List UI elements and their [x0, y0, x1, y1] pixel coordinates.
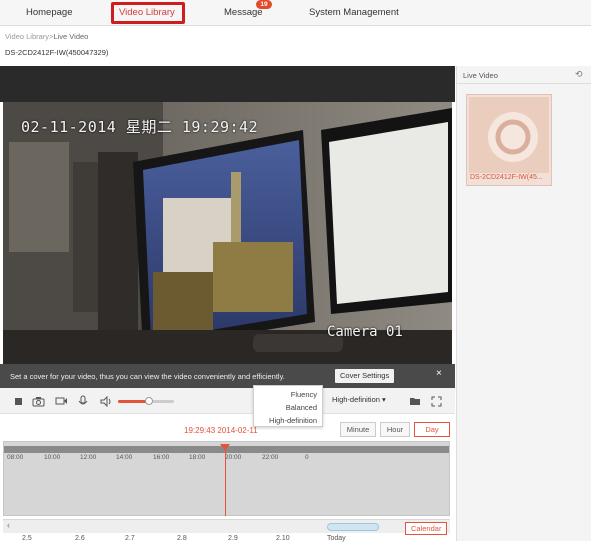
- volume-icon[interactable]: [98, 393, 114, 409]
- timeline-tick: 14:00: [116, 454, 133, 461]
- microphone-icon[interactable]: [75, 393, 91, 409]
- date-label[interactable]: 2.7: [125, 535, 135, 542]
- timeline-playhead-line: [225, 450, 226, 516]
- live-video-panel: Live Video ⟲ DS-2CD2412F-IW(45...: [456, 66, 591, 541]
- timeline-tick: 08:00: [7, 454, 24, 461]
- osd-camera-name: Camera 01: [327, 324, 403, 340]
- timeline-playhead-marker[interactable]: [220, 444, 230, 451]
- panel-header: Live Video ⟲: [457, 66, 591, 84]
- nav-homepage[interactable]: Homepage: [26, 7, 72, 18]
- nav-system-management[interactable]: System Management: [309, 7, 399, 18]
- volume-slider[interactable]: [118, 397, 174, 405]
- panel-title: Live Video: [463, 71, 498, 80]
- chevron-left-icon[interactable]: ‹: [7, 520, 10, 530]
- volume-slider-handle[interactable]: [144, 397, 153, 405]
- camera-snapshot-icon[interactable]: [30, 393, 46, 409]
- chevron-down-icon: ▾: [382, 395, 386, 404]
- camera-card-label: DS-2CD2412F-IW(45...: [470, 174, 543, 181]
- timeline-tick: 18:00: [189, 454, 206, 461]
- fullscreen-icon[interactable]: [428, 393, 444, 409]
- nav-message[interactable]: Message: [224, 7, 263, 18]
- camera-placeholder-icon: [488, 112, 538, 162]
- breadcrumb-current: Live Video: [53, 32, 89, 41]
- range-hour-button[interactable]: Hour: [380, 422, 410, 437]
- timeline-tick: 16:00: [153, 454, 170, 461]
- message-count-badge: 19: [256, 0, 272, 9]
- cover-notice-bar: Set a cover for your video, thus you can…: [0, 364, 455, 388]
- playback-timestamp: 19:29:43 2014-02-11: [184, 426, 258, 435]
- device-title: DS-2CD2412F-IW(450047329): [5, 48, 109, 57]
- stop-icon[interactable]: [10, 393, 26, 409]
- quality-selected-value: High-definition: [332, 395, 380, 404]
- playback-timeline[interactable]: 08:00 10:00 12:00 14:00 16:00 18:00 20:0…: [3, 441, 450, 516]
- date-label[interactable]: 2.6: [75, 535, 85, 542]
- nav-video-library[interactable]: Video Library: [119, 7, 175, 18]
- timeline-tick: 12:00: [80, 454, 97, 461]
- range-minute-button[interactable]: Minute: [340, 422, 376, 437]
- quality-dropdown-menu: Fluency Balanced High-definition: [253, 385, 323, 427]
- top-navigation: Homepage Video Library Message 19 System…: [0, 0, 591, 26]
- timeline-tick: 0: [305, 454, 309, 461]
- date-label[interactable]: 2.5: [22, 535, 32, 542]
- refresh-icon[interactable]: ⟲: [575, 69, 583, 80]
- camera-thumbnail: [469, 97, 549, 173]
- timeline-tick: 10:00: [44, 454, 61, 461]
- quality-select[interactable]: High-definition ▾: [332, 395, 386, 404]
- quality-option-fluency[interactable]: Fluency: [291, 390, 317, 399]
- cover-notice-text: Set a cover for your video, thus you can…: [10, 372, 285, 381]
- folder-icon[interactable]: [407, 393, 423, 409]
- date-strip-scroll-handle[interactable]: [327, 523, 379, 531]
- player-header-bar: [0, 66, 455, 102]
- osd-datetime: 02-11-2014 星期二 19:29:42: [21, 118, 259, 136]
- breadcrumb: Video Library>Live Video: [5, 32, 88, 41]
- live-video-view[interactable]: 02-11-2014 星期二 19:29:42 Camera 01: [3, 102, 452, 364]
- camera-card[interactable]: DS-2CD2412F-IW(45...: [466, 94, 552, 186]
- date-label[interactable]: 2.10: [276, 535, 290, 542]
- date-strip: ‹: [3, 519, 450, 533]
- timeline-tick: 22:00: [262, 454, 279, 461]
- quality-option-high-definition[interactable]: High-definition: [269, 416, 317, 425]
- range-day-button[interactable]: Day: [414, 422, 450, 437]
- player-control-bar: High-definition ▾: [0, 388, 455, 414]
- quality-option-balanced[interactable]: Balanced: [286, 403, 317, 412]
- date-label[interactable]: 2.9: [228, 535, 238, 542]
- record-video-icon[interactable]: [53, 393, 69, 409]
- cover-settings-button[interactable]: Cover Settings: [335, 369, 395, 383]
- close-icon[interactable]: ×: [436, 368, 442, 379]
- date-label[interactable]: 2.8: [177, 535, 187, 542]
- calendar-button[interactable]: Calendar: [405, 522, 448, 535]
- date-label[interactable]: Today: [327, 535, 346, 542]
- timeline-tick: 20:00: [225, 454, 242, 461]
- breadcrumb-parent[interactable]: Video Library: [5, 32, 49, 41]
